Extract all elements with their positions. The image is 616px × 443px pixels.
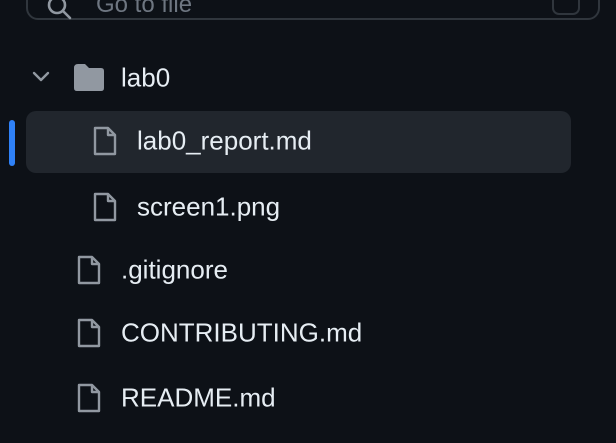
tree-item-label: CONTRIBUTING.md xyxy=(121,317,363,348)
file-icon xyxy=(93,192,117,222)
file-icon xyxy=(77,318,101,348)
search-placeholder: Go to file xyxy=(96,0,193,18)
tree-item-label: README.md xyxy=(121,382,276,413)
tree-item-label: .gitignore xyxy=(121,254,228,285)
tree-file-lab0-report[interactable]: lab0_report.md xyxy=(0,111,616,173)
tree-item-label: lab0 xyxy=(121,62,171,93)
tree-file-gitignore[interactable]: .gitignore xyxy=(0,240,616,300)
go-to-file-search[interactable]: Go to file xyxy=(26,0,600,20)
file-icon xyxy=(93,126,117,156)
folder-icon xyxy=(74,64,104,91)
tree-item-label: lab0_report.md xyxy=(137,125,312,156)
shortcut-key-badge xyxy=(552,0,580,15)
file-icon xyxy=(77,255,101,285)
tree-file-contributing[interactable]: CONTRIBUTING.md xyxy=(0,303,616,363)
search-icon xyxy=(47,0,72,20)
tree-file-screen1[interactable]: screen1.png xyxy=(0,177,616,237)
tree-folder-lab0[interactable]: lab0 xyxy=(0,48,616,108)
tree-item-label: screen1.png xyxy=(137,191,281,222)
chevron-down-icon[interactable] xyxy=(31,70,51,84)
tree-file-readme[interactable]: README.md xyxy=(0,368,616,428)
file-icon xyxy=(77,383,101,413)
active-item-marker xyxy=(9,120,15,166)
